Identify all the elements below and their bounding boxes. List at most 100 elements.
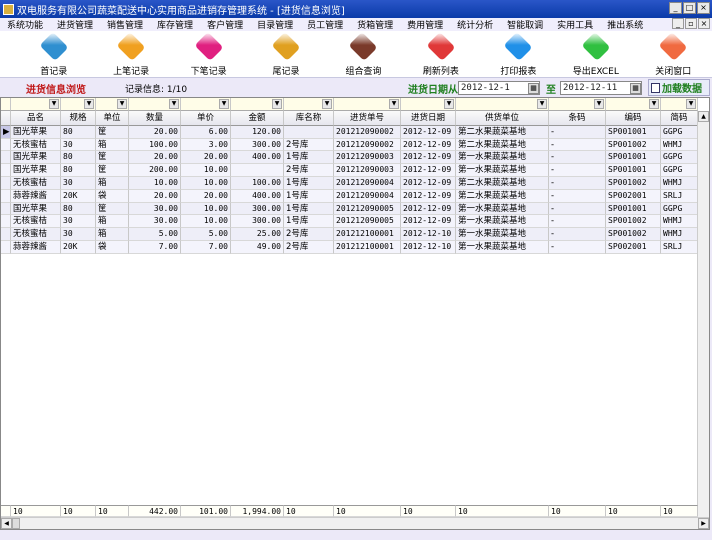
menu-item[interactable]: 员工管理 [300, 18, 350, 31]
toolbar-button[interactable]: 上笔记录 [92, 31, 169, 77]
mdi-minimize-button[interactable]: _ [672, 18, 684, 29]
load-data-button[interactable]: 加载数据 [648, 79, 710, 96]
row-header[interactable] [1, 215, 11, 229]
row-header[interactable] [1, 98, 11, 111]
chevron-down-icon[interactable]: ▼ [322, 99, 332, 109]
column-filter-dropdown[interactable]: ▼ [181, 98, 231, 111]
row-header[interactable] [1, 151, 11, 165]
column-header[interactable]: 进货单号 [334, 110, 401, 126]
menu-item[interactable]: 统计分析 [450, 18, 500, 31]
menu-item[interactable]: 进货管理 [50, 18, 100, 31]
column-header[interactable]: 简码 [661, 110, 698, 126]
minimize-button[interactable]: _ [669, 2, 682, 14]
maximize-button[interactable]: □ [683, 2, 696, 14]
toolbar-button[interactable]: 首记录 [15, 31, 92, 77]
column-header[interactable]: 品名 [11, 110, 61, 126]
chevron-down-icon[interactable]: ▼ [219, 99, 229, 109]
table-row[interactable]: 国光苹果 80 筐 30.00 10.00 300.00 1号库 201212090005 20… [1, 202, 709, 216]
column-header[interactable]: 库名称 [284, 110, 334, 126]
chevron-down-icon[interactable]: ▼ [686, 99, 696, 109]
mdi-restore-button[interactable]: ▫ [685, 18, 697, 29]
column-filter-dropdown[interactable]: ▼ [96, 98, 129, 111]
scroll-left-icon[interactable]: ◀ [1, 518, 12, 529]
column-filter-dropdown[interactable]: ▼ [61, 98, 96, 111]
chevron-down-icon[interactable]: ▼ [594, 99, 604, 109]
table-row[interactable]: 无核蜜桔 30 箱 100.00 3.00 300.00 2号库 201212090002 20… [1, 138, 709, 152]
menu-item[interactable]: 目录管理 [250, 18, 300, 31]
row-header[interactable] [1, 189, 11, 203]
column-filter-dropdown[interactable]: ▼ [129, 98, 181, 111]
table-row[interactable]: 蒜蓉辣酱 20K 袋 7.00 7.00 49.00 2号库 201212100001 2012… [1, 240, 709, 254]
chevron-down-icon[interactable]: ▼ [272, 99, 282, 109]
column-header[interactable]: 编码 [606, 110, 661, 126]
table-row[interactable]: 国光苹果 80 筐 20.00 20.00 400.00 1号库 201212090003 20… [1, 151, 709, 165]
table-row[interactable]: 无核蜜桔 30 箱 30.00 10.00 300.00 1号库 201212090005 20… [1, 215, 709, 229]
menu-item[interactable]: 推出系统 [600, 18, 650, 31]
table-row[interactable]: 国光苹果 80 筐 200.00 10.00 2号库 201212090003 2012-12… [1, 164, 709, 177]
close-button[interactable]: × [697, 2, 710, 14]
column-filter-dropdown[interactable]: ▼ [606, 98, 661, 111]
scroll-thumb[interactable] [12, 518, 20, 529]
menu-item[interactable]: 实用工具 [550, 18, 600, 31]
toolbar-button[interactable]: 尾记录 [247, 31, 324, 77]
column-header[interactable]: 条码 [549, 110, 606, 126]
toolbar-button[interactable]: 关闭窗口 [635, 31, 712, 77]
column-filter-dropdown[interactable]: ▼ [11, 98, 61, 111]
column-header[interactable]: 金额 [231, 110, 284, 126]
calendar-icon[interactable]: ▦ [630, 83, 641, 94]
row-header[interactable] [1, 110, 11, 126]
menu-item[interactable]: 系统功能 [0, 18, 50, 31]
mdi-close-button[interactable]: × [698, 18, 710, 29]
calendar-icon[interactable]: ▦ [528, 83, 539, 94]
menu-item[interactable]: 费用管理 [400, 18, 450, 31]
table-row[interactable]: 无核蜜桔 30 箱 5.00 5.00 25.00 2号库 201212100001 2012-… [1, 228, 709, 241]
column-filter-dropdown[interactable]: ▼ [401, 98, 456, 111]
table-row[interactable]: 蒜蓉辣酱 20K 袋 20.00 20.00 400.00 1号库 201212090004 2… [1, 189, 709, 203]
toolbar-button[interactable]: 刷新列表 [402, 31, 479, 77]
row-header[interactable]: ▶ [1, 125, 11, 139]
column-filter-dropdown[interactable]: ▼ [549, 98, 606, 111]
row-header[interactable] [1, 176, 11, 190]
table-cell: 2012-12-09 [401, 215, 456, 229]
column-filter-dropdown[interactable]: ▼ [661, 98, 698, 111]
toolbar-button[interactable]: 打印报表 [480, 31, 557, 77]
chevron-down-icon[interactable]: ▼ [537, 99, 547, 109]
menu-item[interactable]: 货箱管理 [350, 18, 400, 31]
row-header[interactable] [1, 228, 11, 241]
row-header[interactable] [1, 138, 11, 152]
toolbar-button[interactable]: 组合查询 [325, 31, 402, 77]
row-header[interactable] [1, 164, 11, 177]
column-filter-dropdown[interactable]: ▼ [334, 98, 401, 111]
column-filter-dropdown[interactable]: ▼ [231, 98, 284, 111]
table-row[interactable]: ▶ 国光苹果 80 筐 20.00 6.00 120.00 201212090002 2012-… [1, 125, 709, 139]
column-header[interactable]: 单位 [96, 110, 129, 126]
column-header[interactable]: 供货单位 [456, 110, 549, 126]
chevron-down-icon[interactable]: ▼ [84, 99, 94, 109]
vertical-scrollbar[interactable]: ▲ [697, 111, 709, 518]
scroll-up-icon[interactable]: ▲ [698, 111, 709, 122]
column-header[interactable]: 进货日期 [401, 110, 456, 126]
row-header[interactable] [1, 240, 11, 254]
row-header[interactable] [1, 505, 11, 517]
chevron-down-icon[interactable]: ▼ [117, 99, 127, 109]
column-filter-dropdown[interactable]: ▼ [456, 98, 549, 111]
menu-item[interactable]: 智能取调 [500, 18, 550, 31]
scroll-right-icon[interactable]: ▶ [698, 518, 709, 529]
menu-item[interactable]: 销售管理 [100, 18, 150, 31]
chevron-down-icon[interactable]: ▼ [444, 99, 454, 109]
horizontal-scrollbar[interactable]: ◀ ▶ [1, 517, 709, 529]
menu-item[interactable]: 客户管理 [200, 18, 250, 31]
column-header[interactable]: 单价 [181, 110, 231, 126]
toolbar-button[interactable]: 导出EXCEL [557, 31, 634, 77]
row-header[interactable] [1, 202, 11, 216]
column-header[interactable]: 规格 [61, 110, 96, 126]
column-header[interactable]: 数量 [129, 110, 181, 126]
chevron-down-icon[interactable]: ▼ [169, 99, 179, 109]
toolbar-button[interactable]: 下笔记录 [170, 31, 247, 77]
table-row[interactable]: 无核蜜桔 30 箱 10.00 10.00 100.00 1号库 201212090004 20… [1, 176, 709, 190]
chevron-down-icon[interactable]: ▼ [49, 99, 59, 109]
chevron-down-icon[interactable]: ▼ [649, 99, 659, 109]
column-filter-dropdown[interactable]: ▼ [284, 98, 334, 111]
chevron-down-icon[interactable]: ▼ [389, 99, 399, 109]
menu-item[interactable]: 库存管理 [150, 18, 200, 31]
